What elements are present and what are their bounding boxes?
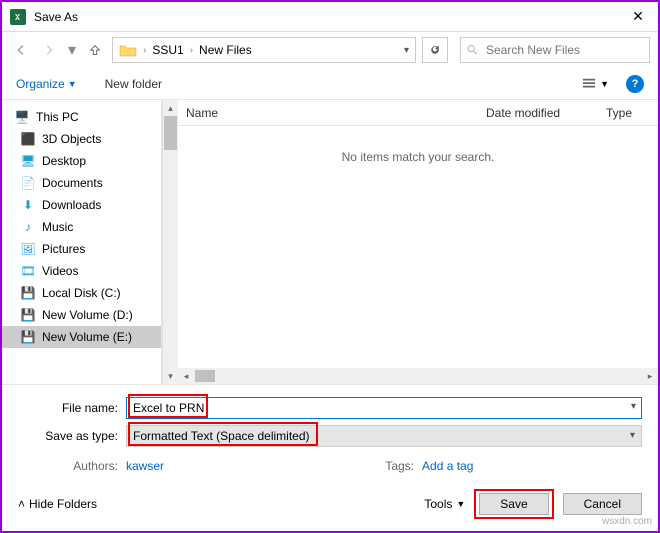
tree-label: Desktop (42, 154, 86, 168)
list-h-scrollbar[interactable]: ◂ ▸ (178, 368, 658, 384)
breadcrumb-dropdown[interactable]: ▾ (404, 45, 409, 56)
tree-videos[interactable]: 🎞 Videos (2, 260, 161, 282)
desktop-icon: 🖥 (20, 153, 36, 169)
tree-pictures[interactable]: 🖼 Pictures (2, 238, 161, 260)
music-icon: ♪ (20, 219, 36, 235)
monitor-icon: 🖥️ (14, 109, 30, 125)
forward-button[interactable] (38, 39, 60, 61)
search-input[interactable] (484, 42, 643, 58)
tags-label: Tags: (314, 459, 422, 473)
tree-label: 3D Objects (42, 132, 101, 146)
column-type[interactable]: Type (598, 106, 658, 120)
body: 🖥️ This PC ⬛ 3D Objects 🖥 Desktop 📄 Documen… (2, 100, 658, 384)
column-header-row: Name Date modified Type (178, 100, 658, 126)
scroll-down-icon[interactable]: ▾ (163, 368, 178, 384)
excel-icon (10, 9, 26, 25)
tree-label: Videos (42, 264, 78, 278)
up-button[interactable] (84, 39, 106, 61)
authors-value[interactable]: kawser (126, 459, 164, 473)
search-box[interactable] (460, 37, 650, 63)
tree-local-disk-c[interactable]: 💾 Local Disk (C:) (2, 282, 161, 304)
organize-menu[interactable]: Organize ▼ (16, 77, 77, 91)
pictures-icon: 🖼 (20, 241, 36, 257)
navigation-tree[interactable]: 🖥️ This PC ⬛ 3D Objects 🖥 Desktop 📄 Documen… (2, 100, 162, 384)
recent-dropdown[interactable]: ▾ (66, 39, 78, 61)
tree-downloads[interactable]: ⬇ Downloads (2, 194, 161, 216)
tree-label: New Volume (D:) (42, 308, 133, 322)
column-name[interactable]: Name (178, 106, 478, 120)
tree-desktop[interactable]: 🖥 Desktop (2, 150, 161, 172)
chevron-up-icon: ˄ (18, 497, 25, 511)
videos-icon: 🎞 (20, 263, 36, 279)
drive-icon: 💾 (20, 285, 36, 301)
savetype-value: Formatted Text (Space delimited) (133, 429, 310, 443)
drive-icon: 💾 (20, 307, 36, 323)
cancel-button[interactable]: Cancel (563, 493, 642, 515)
scroll-left-icon[interactable]: ◂ (178, 371, 194, 382)
tree-label: Music (42, 220, 73, 234)
tags-value[interactable]: Add a tag (422, 459, 473, 473)
breadcrumb-item[interactable]: SSU1 (152, 43, 183, 57)
breadcrumb-item[interactable]: New Files (199, 43, 252, 57)
tree-this-pc[interactable]: 🖥️ This PC (2, 106, 161, 128)
tree-new-volume-e[interactable]: 💾 New Volume (E:) (2, 326, 161, 348)
title-bar: Save As ✕ (2, 2, 658, 32)
savetype-label: Save as type: (18, 429, 126, 443)
authors-label: Authors: (18, 459, 126, 473)
column-date[interactable]: Date modified (478, 106, 598, 120)
view-options-button[interactable]: ▼ (576, 74, 614, 94)
tree-label: Downloads (42, 198, 101, 212)
tree-music[interactable]: ♪ Music (2, 216, 161, 238)
tree-3d-objects[interactable]: ⬛ 3D Objects (2, 128, 161, 150)
scrollbar-thumb[interactable] (164, 116, 177, 150)
window-title: Save As (34, 10, 618, 24)
close-button[interactable]: ✕ (618, 8, 658, 25)
tree-label: New Volume (E:) (42, 330, 132, 344)
tree-documents[interactable]: 📄 Documents (2, 172, 161, 194)
file-list: Name Date modified Type No items match y… (178, 100, 658, 384)
drive-icon: 💾 (20, 329, 36, 345)
save-as-dialog: Save As ✕ ▾ › SSU1 › New Files ▾ Organiz… (0, 0, 660, 533)
back-button[interactable] (10, 39, 32, 61)
save-button[interactable]: Save (479, 493, 548, 515)
toolbar: Organize ▼ New folder ▼ ? (2, 68, 658, 100)
document-icon: 📄 (20, 175, 36, 191)
help-button[interactable]: ? (626, 75, 644, 93)
search-icon (467, 44, 478, 56)
cube-icon: ⬛ (20, 131, 36, 147)
tree-label: Local Disk (C:) (42, 286, 121, 300)
tree-label: This PC (36, 110, 79, 124)
chevron-right-icon: › (188, 45, 195, 56)
breadcrumb[interactable]: › SSU1 › New Files ▾ (112, 37, 416, 63)
tree-label: Documents (42, 176, 103, 190)
nav-row: ▾ › SSU1 › New Files ▾ (2, 32, 658, 68)
hide-folders-button[interactable]: ˄ Hide Folders (18, 497, 97, 511)
savetype-select[interactable]: Formatted Text (Space delimited) (126, 425, 642, 447)
download-icon: ⬇ (20, 197, 36, 213)
tree-new-volume-d[interactable]: 💾 New Volume (D:) (2, 304, 161, 326)
scroll-up-icon[interactable]: ▴ (163, 100, 178, 116)
tree-label: Pictures (42, 242, 85, 256)
save-form: File name: Save as type: Formatted Text … (2, 384, 658, 531)
chevron-right-icon: › (141, 45, 148, 56)
tools-menu[interactable]: Tools ▼ (424, 497, 465, 511)
tree-scrollbar[interactable]: ▴ ▾ (162, 100, 178, 384)
empty-message: No items match your search. (178, 126, 658, 368)
refresh-button[interactable] (422, 37, 448, 63)
new-folder-button[interactable]: New folder (105, 77, 162, 91)
watermark: wsxdn.com (602, 516, 652, 527)
filename-input[interactable] (126, 397, 642, 419)
hide-folders-label: Hide Folders (29, 497, 97, 511)
folder-icon (119, 41, 137, 59)
scrollbar-thumb[interactable] (195, 370, 215, 382)
scroll-right-icon[interactable]: ▸ (642, 371, 658, 382)
filename-label: File name: (18, 401, 126, 415)
